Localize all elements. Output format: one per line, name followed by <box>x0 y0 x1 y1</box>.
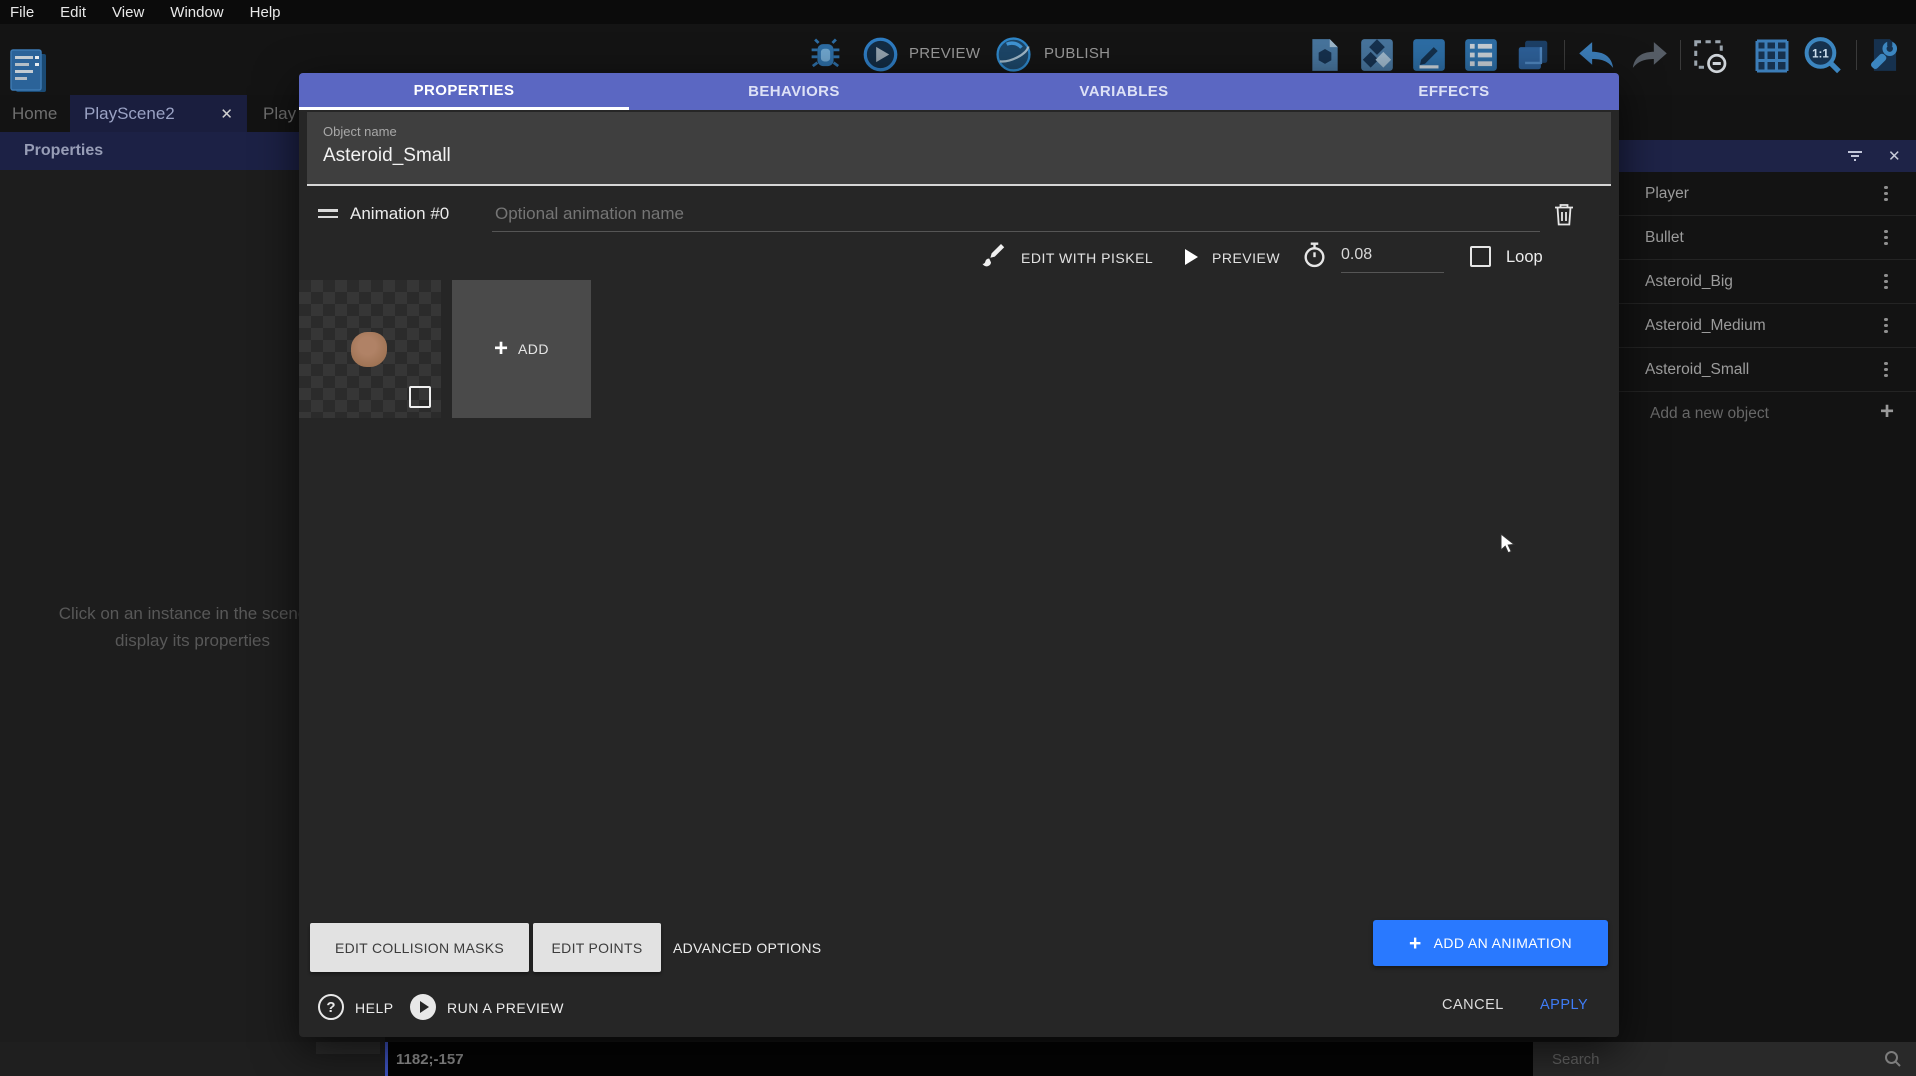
drag-handle-icon[interactable] <box>318 205 338 222</box>
apply-button[interactable]: APPLY <box>1540 997 1588 1013</box>
asteroid-sprite <box>351 332 387 367</box>
object-name-label: Object name <box>323 124 397 139</box>
settings-wrench-icon[interactable] <box>1866 36 1904 74</box>
instances-icon[interactable] <box>1514 36 1552 74</box>
redo-icon[interactable] <box>1628 38 1670 72</box>
plus-icon[interactable]: + <box>1880 398 1894 426</box>
filter-icon[interactable] <box>1846 148 1864 164</box>
dialog-tab-properties[interactable]: PROPERTIES <box>299 73 629 110</box>
search-icon <box>1884 1050 1902 1068</box>
object-name: Bullet <box>1645 229 1684 247</box>
edit-points-button[interactable]: EDIT POINTS <box>533 923 661 972</box>
grid-icon[interactable] <box>1754 38 1790 74</box>
close-icon[interactable]: ✕ <box>220 105 233 123</box>
animation-frame-thumbnail[interactable] <box>299 280 441 418</box>
debug-icon[interactable] <box>807 36 844 73</box>
add-frame-button[interactable]: + ADD <box>452 280 591 418</box>
zoom-1-1-icon[interactable]: 1:1 <box>1802 36 1842 76</box>
toolbar-separator <box>1564 40 1565 70</box>
preview-animation-button[interactable]: PREVIEW <box>1212 250 1280 266</box>
edit-with-piskel-button[interactable]: EDIT WITH PISKEL <box>1021 250 1153 266</box>
panel-resize-handle[interactable] <box>316 1042 380 1054</box>
preview-button[interactable]: PREVIEW <box>909 45 980 62</box>
object-name: Asteroid_Small <box>1645 361 1749 379</box>
play-icon <box>1185 249 1198 265</box>
menu-edit[interactable]: Edit <box>60 4 86 21</box>
scene-properties-icon[interactable] <box>1306 36 1344 74</box>
scene-canvas-edge[interactable]: 1182;-157 <box>385 1042 1533 1076</box>
dialog-tab-bar: PROPERTIES BEHAVIORS VARIABLES EFFECTS <box>299 73 1619 110</box>
add-an-animation-label: ADD AN ANIMATION <box>1434 935 1572 951</box>
help-glyph: ? <box>326 999 335 1016</box>
close-icon[interactable]: ✕ <box>1888 147 1901 165</box>
help-icon[interactable]: ? <box>318 994 344 1020</box>
run-a-preview-button[interactable]: RUN A PREVIEW <box>447 1000 564 1016</box>
edit-collision-masks-button[interactable]: EDIT COLLISION MASKS <box>310 923 529 972</box>
animation-title: Animation #0 <box>350 204 449 224</box>
time-between-frames-input[interactable]: 0.08 <box>1341 246 1372 264</box>
object-editor-dialog: PROPERTIES BEHAVIORS VARIABLES EFFECTS O… <box>299 73 1619 1037</box>
gdevelop-window: File Edit View Window Help <box>0 0 1916 1076</box>
dialog-tab-effects[interactable]: EFFECTS <box>1289 73 1619 110</box>
add-new-object-label: Add a new object <box>1650 405 1769 423</box>
menu-bar: File Edit View Window Help <box>0 0 1916 24</box>
object-menu-icon[interactable] <box>1884 186 1888 202</box>
cancel-button[interactable]: CANCEL <box>1442 997 1504 1013</box>
plus-icon: + <box>1409 933 1422 954</box>
objects-list-icon[interactable] <box>1358 36 1396 74</box>
menu-file[interactable]: File <box>10 4 34 21</box>
plus-icon: + <box>494 337 508 361</box>
loop-checkbox[interactable] <box>1470 246 1491 267</box>
object-name-panel[interactable]: Object name Asteroid_Small <box>307 112 1611 186</box>
brush-icon <box>981 243 1005 269</box>
properties-panel-title: Properties <box>24 142 103 160</box>
menu-help[interactable]: Help <box>250 4 281 21</box>
menu-window[interactable]: Window <box>170 4 223 21</box>
toolbar-separator <box>1680 40 1681 70</box>
undo-icon[interactable] <box>1576 38 1618 72</box>
frame-select-checkbox[interactable] <box>409 386 431 408</box>
animation-name-underline <box>492 231 1540 232</box>
menu-view[interactable]: View <box>112 4 144 21</box>
help-button[interactable]: HELP <box>355 1000 394 1016</box>
layers-icon[interactable] <box>1462 36 1500 74</box>
advanced-options-button[interactable]: ADVANCED OPTIONS <box>673 923 821 972</box>
edit-scene-icon[interactable] <box>1410 36 1448 74</box>
svg-text:1:1: 1:1 <box>1812 49 1829 61</box>
time-input-underline <box>1341 272 1444 273</box>
object-name: Asteroid_Medium <box>1645 317 1766 335</box>
project-manager-icon[interactable] <box>8 48 48 94</box>
object-menu-icon[interactable] <box>1884 274 1888 290</box>
object-name: Player <box>1645 185 1689 203</box>
zoom-fit-icon[interactable] <box>1692 38 1728 74</box>
add-an-animation-button[interactable]: + ADD AN ANIMATION <box>1373 920 1608 966</box>
loop-label: Loop <box>1506 248 1543 267</box>
add-frame-label: ADD <box>518 341 549 357</box>
tab-playscene-next[interactable]: Play <box>263 104 296 124</box>
object-name-input[interactable]: Asteroid_Small <box>323 145 451 167</box>
delete-animation-icon[interactable] <box>1552 201 1576 228</box>
preview-icon[interactable] <box>862 36 899 73</box>
mouse-cursor <box>1500 533 1517 555</box>
dialog-tab-variables[interactable]: VARIABLES <box>959 73 1289 110</box>
publish-icon[interactable] <box>993 34 1034 75</box>
object-name: Asteroid_Big <box>1645 273 1733 291</box>
object-menu-icon[interactable] <box>1884 318 1888 334</box>
cursor-coordinates: 1182;-157 <box>396 1051 464 1068</box>
left-panel-bottom <box>0 1042 385 1076</box>
search-input[interactable]: Search <box>1552 1051 1600 1068</box>
object-menu-icon[interactable] <box>1884 362 1888 378</box>
run-preview-icon[interactable] <box>410 994 436 1020</box>
search-bar[interactable]: Search <box>1533 1042 1916 1076</box>
tab-playscene2-label: PlayScene2 <box>84 104 175 124</box>
stopwatch-icon <box>1301 241 1328 269</box>
animation-name-input[interactable]: Optional animation name <box>495 204 684 224</box>
tab-playscene2[interactable]: PlayScene2 ✕ <box>70 95 247 132</box>
publish-button[interactable]: PUBLISH <box>1044 45 1110 62</box>
object-menu-icon[interactable] <box>1884 230 1888 246</box>
toolbar-separator <box>1856 40 1857 70</box>
dialog-tab-behaviors[interactable]: BEHAVIORS <box>629 73 959 110</box>
tab-home[interactable]: Home <box>12 104 57 124</box>
